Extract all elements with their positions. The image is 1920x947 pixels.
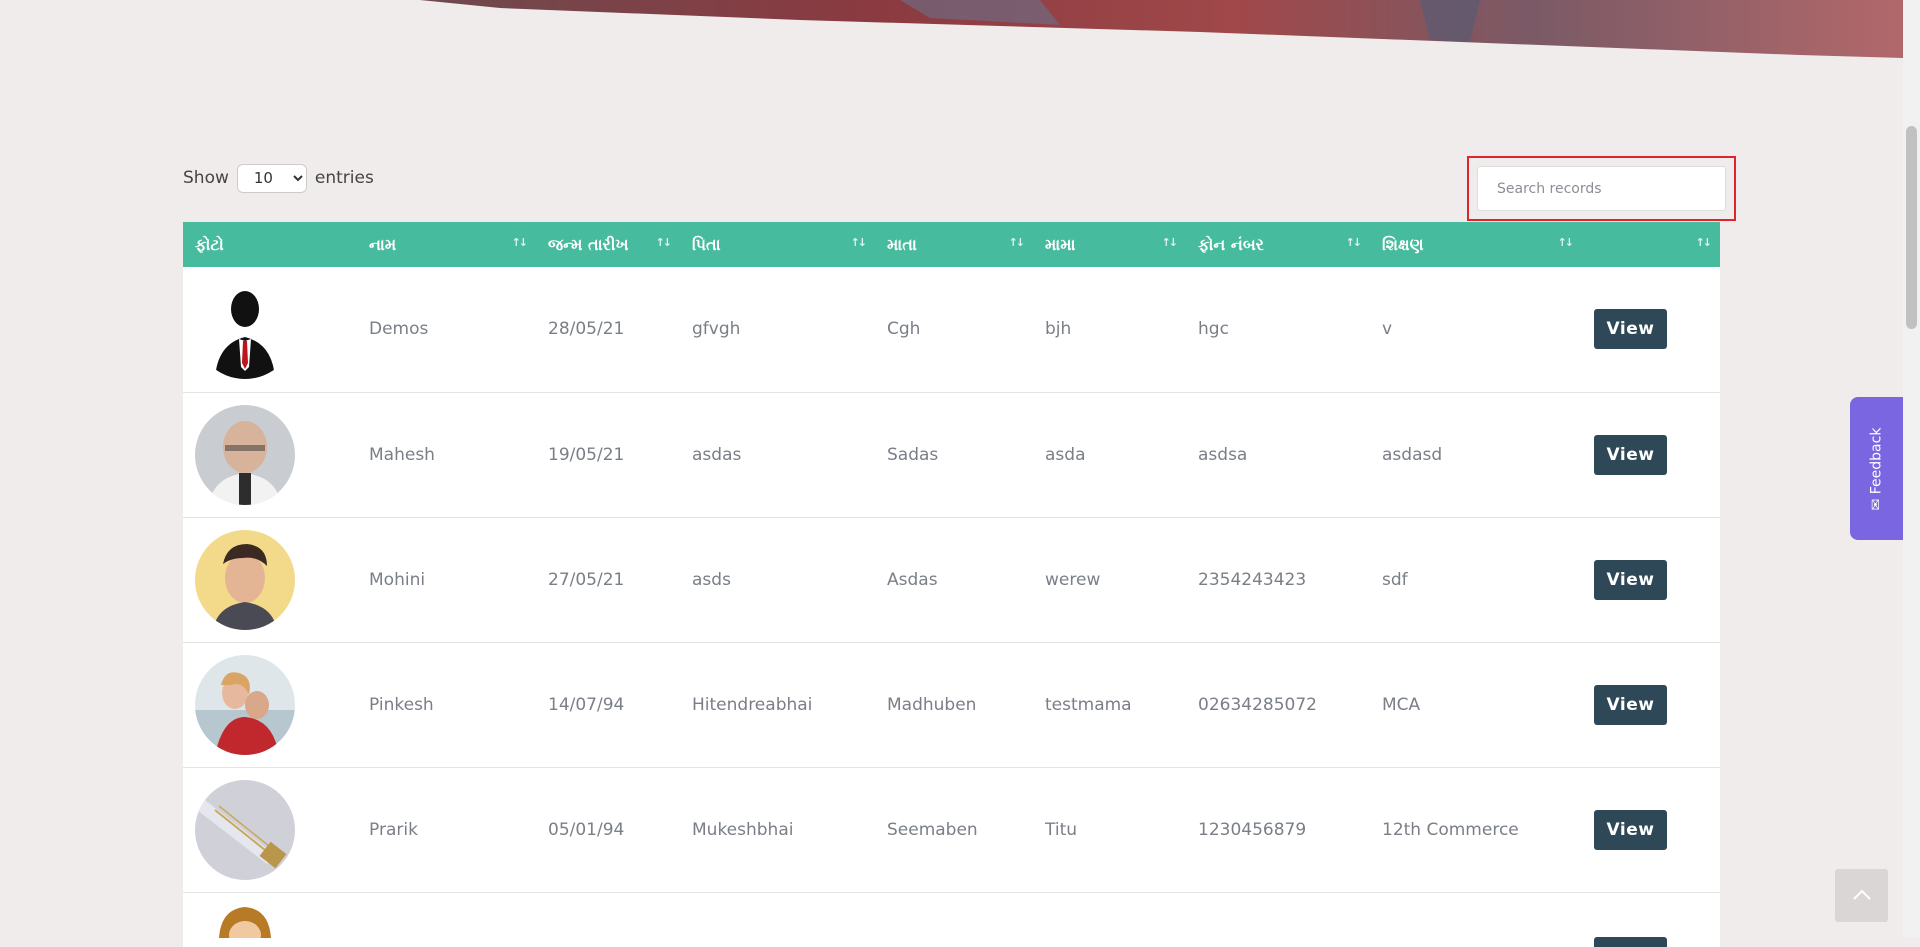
cell-dob: 05/01/94 <box>548 819 625 840</box>
cell-dob: 27/05/21 <box>548 569 625 590</box>
header-name[interactable]: નામ ↑↓ <box>357 222 536 267</box>
cell-mama: asda <box>1045 444 1086 465</box>
sort-icon: ↑↓ <box>1695 236 1713 249</box>
sort-icon: ↑↓ <box>850 236 868 249</box>
search-input[interactable] <box>1477 166 1726 211</box>
cell-dob: 19/05/21 <box>548 444 625 465</box>
cell-mama: bjh <box>1045 319 1072 340</box>
records-table: ફોટો નામ ↑↓ જન્મ તારીખ ↑↓ પિતા ↑↓ માતા ↑↓ મા… <box>183 222 1720 947</box>
cell-phone: asdsa <box>1198 444 1248 465</box>
table-row <box>183 892 1720 947</box>
header-father[interactable]: પિતા ↑↓ <box>680 222 875 267</box>
cell-education: 12th Commerce <box>1382 819 1519 840</box>
cell-mama: Titu <box>1045 819 1078 840</box>
avatar <box>195 529 295 630</box>
feedback-label: ✉ Feedback <box>1868 427 1885 510</box>
cell-mother: Sadas <box>887 444 939 465</box>
cell-name: Mahesh <box>369 444 435 465</box>
view-button[interactable]: View <box>1594 809 1667 850</box>
cell-mama: testmama <box>1045 694 1132 715</box>
table-row: Demos 28/05/21 gfvgh Cgh bjh hgc v View <box>183 267 1720 392</box>
header-dob[interactable]: જન્મ તારીખ ↑↓ <box>536 222 680 267</box>
cell-mother: Seemaben <box>887 819 978 840</box>
sort-icon: ↑↓ <box>1008 236 1026 249</box>
cell-education: sdf <box>1382 569 1408 590</box>
avatar <box>195 779 295 880</box>
scrollbar-thumb[interactable] <box>1906 126 1917 329</box>
sort-icon: ↑↓ <box>1161 236 1179 249</box>
sort-icon: ↑↓ <box>1345 236 1363 249</box>
cell-education: MCA <box>1382 694 1421 715</box>
avatar <box>195 654 295 755</box>
show-label: Show <box>183 168 229 188</box>
feedback-tab[interactable]: ✉ Feedback <box>1850 397 1903 540</box>
sort-icon: ↑↓ <box>655 236 673 249</box>
cell-name: Mohini <box>369 569 426 590</box>
header-mother[interactable]: માતા ↑↓ <box>875 222 1033 267</box>
cell-name: Prarik <box>369 819 418 840</box>
cell-mother: Cgh <box>887 319 921 340</box>
header-action[interactable]: ↑↓ <box>1582 222 1720 267</box>
cell-mother: Asdas <box>887 569 938 590</box>
cell-name: Pinkesh <box>369 694 434 715</box>
sort-icon: ↑↓ <box>1557 236 1575 249</box>
cell-education: asdasd <box>1382 444 1443 465</box>
cell-dob: 28/05/21 <box>548 319 625 340</box>
avatar <box>195 279 295 380</box>
cell-father: gfvgh <box>692 319 741 340</box>
cell-mother: Madhuben <box>887 694 977 715</box>
cell-name: Demos <box>369 319 429 340</box>
view-button[interactable]: View <box>1594 559 1667 600</box>
cell-phone: hgc <box>1198 319 1229 340</box>
avatar <box>195 904 295 938</box>
table-row: Prarik 05/01/94 Mukeshbhai Seemaben Titu… <box>183 767 1720 892</box>
cell-phone: 1230456879 <box>1198 819 1307 840</box>
chevron-up-icon <box>1852 886 1872 905</box>
cell-father: asds <box>692 569 731 590</box>
cell-dob: 14/07/94 <box>548 694 625 715</box>
view-button[interactable]: View <box>1594 434 1667 475</box>
banner-image <box>0 0 1920 70</box>
length-control: Show 10 25 50 100 entries <box>183 162 374 194</box>
search-highlight-box <box>1467 156 1736 221</box>
cell-mama: werew <box>1045 569 1101 590</box>
sort-icon: ↑↓ <box>511 236 529 249</box>
cell-education: v <box>1382 319 1393 340</box>
back-to-top-button[interactable] <box>1835 869 1888 922</box>
header-phone[interactable]: ફોન નંબર ↑↓ <box>1186 222 1370 267</box>
table-row: Pinkesh 14/07/94 Hitendreabhai Madhuben … <box>183 642 1720 767</box>
entries-label: entries <box>314 168 374 188</box>
entries-select[interactable]: 10 25 50 100 <box>236 163 307 193</box>
view-button[interactable]: View <box>1594 684 1667 725</box>
view-button[interactable]: View <box>1594 309 1667 350</box>
table-row: Mohini 27/05/21 asds Asdas werew 2354243… <box>183 517 1720 642</box>
table-header-row: ફોટો નામ ↑↓ જન્મ તારીખ ↑↓ પિતા ↑↓ માતા ↑↓ મા… <box>183 222 1720 267</box>
avatar <box>195 404 295 505</box>
header-education[interactable]: શિક્ષણ ↑↓ <box>1370 222 1582 267</box>
cell-phone: 2354243423 <box>1198 569 1307 590</box>
table-row: Mahesh 19/05/21 asdas Sadas asda asdsa a… <box>183 392 1720 517</box>
header-mama[interactable]: મામા ↑↓ <box>1033 222 1186 267</box>
view-button-partial[interactable] <box>1594 936 1667 947</box>
page-scrollbar[interactable] <box>1903 0 1920 937</box>
cell-father: Hitendreabhai <box>692 694 813 715</box>
cell-father: asdas <box>692 444 742 465</box>
cell-phone: 02634285072 <box>1198 694 1317 715</box>
cell-father: Mukeshbhai <box>692 819 794 840</box>
header-photo: ફોટો <box>195 234 224 254</box>
